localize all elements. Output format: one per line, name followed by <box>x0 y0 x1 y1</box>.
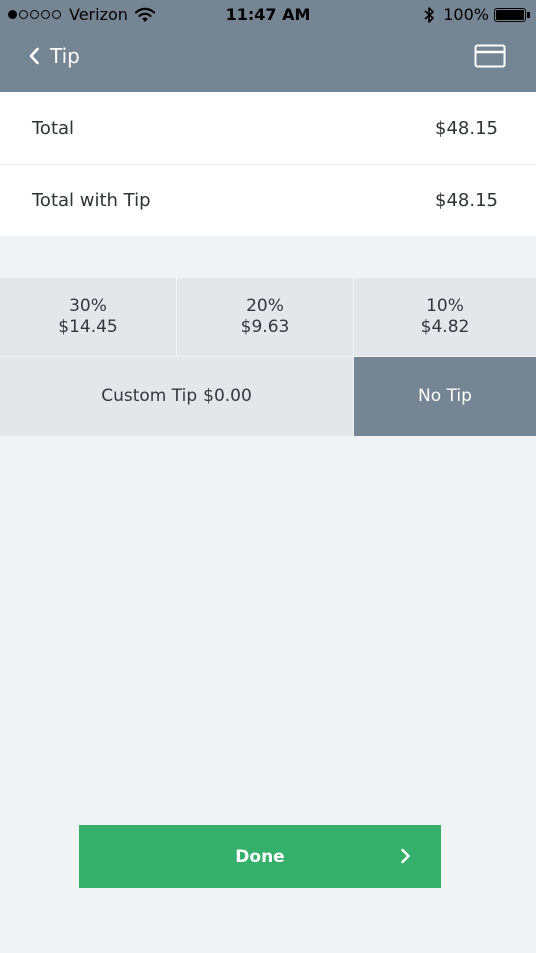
total-label: Total <box>32 117 75 139</box>
total-value: $48.15 <box>435 117 498 139</box>
tip-amount: $9.63 <box>240 317 290 337</box>
tip-amount: $14.45 <box>58 317 118 337</box>
tip-percent: 20% <box>246 296 284 316</box>
tip-percent: 30% <box>69 296 107 316</box>
bluetooth-icon <box>424 6 435 23</box>
totals-section: Total $48.15 Total with Tip $48.15 <box>0 92 536 236</box>
tip-option-20[interactable]: 20% $9.63 <box>177 278 353 356</box>
tip-options-grid: 30% $14.45 20% $9.63 10% $4.82 Custom Ti… <box>0 278 536 436</box>
total-with-tip-label: Total with Tip <box>32 190 151 211</box>
no-tip-label: No Tip <box>418 386 472 406</box>
tip-screen: Verizon 11:47 AM 100% Tip Total $48.15 T… <box>0 0 536 953</box>
tip-amount: $4.82 <box>420 317 470 337</box>
tip-percent: 10% <box>426 296 464 316</box>
chevron-right-icon <box>401 848 410 864</box>
done-button[interactable]: Done <box>79 825 441 888</box>
custom-tip-amount: $0.00 <box>203 386 252 406</box>
done-label: Done <box>235 846 285 867</box>
nav-bar: Tip <box>0 30 536 92</box>
credit-card-icon[interactable] <box>474 44 506 68</box>
total-with-tip-value: $48.15 <box>435 190 498 211</box>
status-bar: Verizon 11:47 AM 100% <box>0 0 536 30</box>
battery-percent: 100% <box>443 5 489 24</box>
custom-tip-label: Custom Tip <box>101 386 198 406</box>
status-right: 100% <box>423 5 530 24</box>
tip-option-30[interactable]: 30% $14.45 <box>0 278 176 356</box>
no-tip-button[interactable]: No Tip <box>354 357 536 436</box>
tip-option-10[interactable]: 10% $4.82 <box>354 278 536 356</box>
chevron-left-icon <box>29 47 39 65</box>
back-button[interactable]: Tip <box>28 40 80 72</box>
header: Verizon 11:47 AM 100% Tip <box>0 0 536 92</box>
total-row: Total $48.15 <box>0 92 536 164</box>
page-title: Tip <box>50 44 80 68</box>
custom-tip-button[interactable]: Custom Tip $0.00 <box>0 357 353 436</box>
total-with-tip-row: Total with Tip $48.15 <box>0 164 536 236</box>
battery-icon <box>494 7 530 22</box>
